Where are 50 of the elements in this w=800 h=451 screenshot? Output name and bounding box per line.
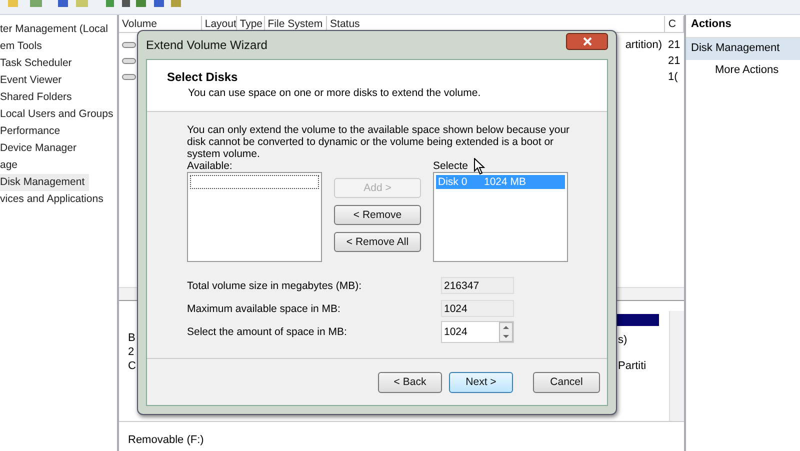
action-item[interactable]: More Actions	[686, 60, 800, 76]
spinner-field[interactable]: 1024	[441, 320, 514, 342]
table-cell: artition)	[625, 39, 662, 51]
tree-item[interactable]: Shared Folders	[0, 89, 117, 106]
field-label: Select the amount of space in MB:	[187, 326, 348, 338]
close-icon	[582, 36, 592, 46]
tree-item[interactable]: em Tools	[0, 38, 117, 55]
partition-label: s)	[618, 334, 628, 346]
nav-button[interactable]: Cancel	[533, 372, 600, 392]
list-label: Available:	[187, 160, 232, 172]
disk-label: B	[128, 331, 136, 345]
tree-item[interactable]: Task Scheduler	[0, 55, 117, 72]
tree-item[interactable]: Performance	[0, 123, 117, 140]
tree-item[interactable]: Local Users and Groups	[0, 106, 117, 123]
tree-item[interactable]: Device Manager	[0, 140, 117, 157]
move-button[interactable]: < Remove All	[334, 232, 421, 252]
field-label: Maximum available space in MB:	[187, 302, 342, 314]
tree-item[interactable]: ter Management (Local	[0, 21, 117, 38]
wizard-heading: Select Disks	[167, 70, 239, 84]
column-header[interactable]: C	[665, 16, 684, 32]
mouse-cursor-icon	[474, 158, 485, 175]
readonly-field: 1024	[441, 300, 514, 317]
table-cell-text: 21	[668, 39, 682, 51]
dialog-title: Extend Volume Wizard	[146, 38, 268, 52]
table-cell-text: 1(	[668, 71, 679, 83]
table-cell-text: 21	[668, 55, 682, 67]
close-button[interactable]	[566, 32, 608, 50]
partition-label: Partiti	[618, 360, 646, 372]
nav-button[interactable]: Next >	[449, 372, 513, 392]
readonly-field: 216347	[441, 277, 514, 294]
list-label: Selecte	[433, 160, 468, 172]
scrollbar[interactable]	[669, 311, 684, 421]
wizard-note: You can only extend the volume to the available space shown below because your disk cannot be converted to dynamic or the volume being extended is a boot or system volume.	[187, 124, 571, 160]
actions-section-header[interactable]: Disk Management	[686, 38, 800, 60]
field-label: Total volume size in megabytes (MB):	[187, 280, 362, 292]
drive-icon	[122, 74, 136, 80]
disk-label: Removable (F:)	[128, 434, 204, 446]
tree-item[interactable]: Disk Management	[0, 174, 89, 191]
disk-label: C	[128, 359, 136, 373]
tree-item[interactable]: age	[0, 157, 117, 174]
drive-icon	[122, 42, 136, 48]
spinner-arrows-icon[interactable]	[499, 322, 513, 342]
move-button[interactable]: < Remove	[334, 205, 421, 225]
nav-button[interactable]: < Back	[378, 372, 442, 392]
available-list[interactable]	[187, 172, 322, 262]
tree-item[interactable]: vices and Applications	[0, 191, 117, 208]
wizard-subtitle: You can use space on one or more disks to extend the volume.	[187, 86, 482, 99]
tree-item[interactable]: Event Viewer	[0, 72, 117, 89]
disk-label: 2	[128, 345, 134, 359]
drive-icon	[122, 58, 136, 64]
